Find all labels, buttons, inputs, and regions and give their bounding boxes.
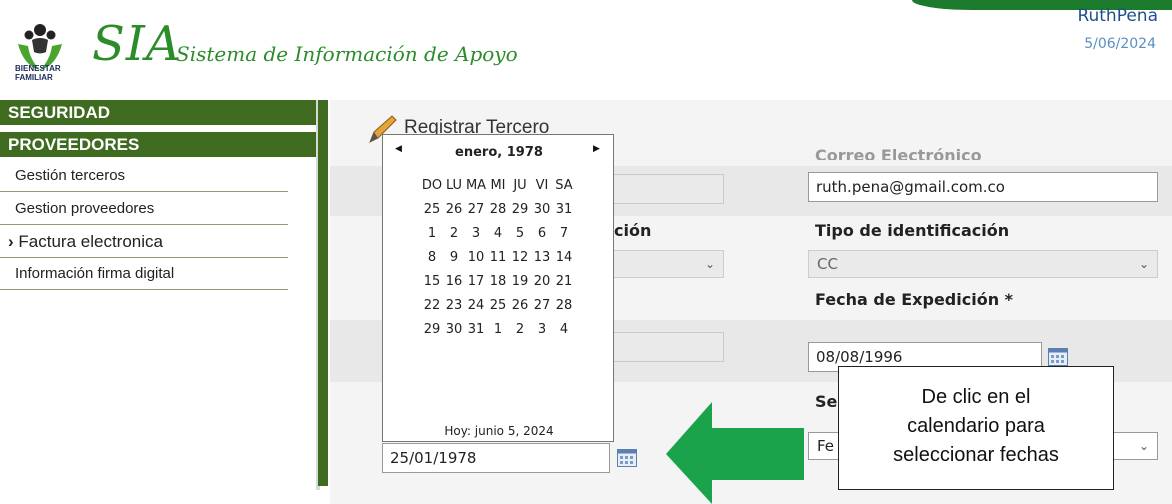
callout-line: seleccionar fechas	[893, 444, 1059, 466]
day-cell[interactable]: 26	[509, 293, 531, 317]
weekday-label: JU	[513, 177, 527, 193]
day-cell[interactable]: 2	[509, 317, 531, 341]
sidebar-item-gestion-proveedores[interactable]: Gestion proveedores	[0, 193, 288, 225]
week-row: 29 30 31 1 2 3 4	[421, 317, 575, 341]
day-cell[interactable]: 30	[443, 317, 465, 341]
day-cell[interactable]: 24	[465, 293, 487, 317]
sex-value: Fe	[817, 437, 835, 455]
email-label: Correo Electrónico	[815, 146, 982, 160]
app-full-title: Sistema de Información de Apoyo	[176, 42, 518, 66]
day-cell[interactable]: 25	[421, 197, 443, 221]
chevron-down-icon: ⌄	[1138, 257, 1149, 271]
datepicker-today-link[interactable]: Hoy: junio 5, 2024	[383, 424, 615, 438]
weekday-header: DO LU MA MI JU VI SA	[421, 173, 575, 197]
birth-date-input[interactable]: 25/01/1978	[382, 443, 610, 473]
id-type-label: Tipo de identificación	[815, 221, 1010, 240]
day-cell[interactable]: 13	[531, 245, 553, 269]
weekday-label: DO	[421, 177, 443, 193]
day-cell[interactable]: 30	[531, 197, 553, 221]
day-cell[interactable]: 27	[531, 293, 553, 317]
sidebar-item-gestion-terceros[interactable]: Gestión terceros	[0, 160, 288, 192]
day-cell[interactable]: 14	[553, 245, 575, 269]
sidebar-item-label: Factura electronica	[18, 232, 163, 251]
id-type-label-partial: ción	[614, 221, 652, 240]
weekday-label: MA	[465, 177, 487, 193]
day-cell[interactable]: 8	[421, 245, 443, 269]
callout-line: calendario para	[907, 415, 1045, 437]
day-cell[interactable]: 9	[443, 245, 465, 269]
day-cell[interactable]: 29	[421, 317, 443, 341]
sidebar-item-factura-electronica[interactable]: › Factura electronica	[0, 226, 288, 258]
weekday-label: VI	[535, 177, 549, 193]
chevron-right-icon: ›	[8, 232, 14, 251]
sex-label: Se	[815, 392, 838, 411]
week-row: 15 16 17 18 19 20 21	[421, 269, 575, 293]
datepicker-month: enero, 1978	[455, 145, 543, 160]
chevron-down-icon: ⌄	[704, 257, 715, 271]
issue-date-label: Fecha de Expedición *	[815, 290, 1014, 309]
hidden-select[interactable]: ⌄	[612, 250, 724, 278]
day-cell[interactable]: 27	[465, 197, 487, 221]
week-row: 25 26 27 28 29 30 31	[421, 197, 575, 221]
day-cell[interactable]: 11	[487, 245, 509, 269]
day-cell[interactable]: 12	[509, 245, 531, 269]
arrow-left-icon	[666, 402, 804, 504]
day-cell[interactable]: 1	[421, 221, 443, 245]
sidebar-item-informacion-firma-digital[interactable]: Información firma digital	[0, 258, 288, 290]
sidebar-section-proveedores[interactable]: PROVEEDORES	[0, 132, 316, 157]
id-type-value: CC	[817, 255, 838, 273]
day-cell[interactable]: 7	[553, 221, 575, 245]
app-short-title: SIA	[92, 16, 182, 72]
calendar-icon[interactable]	[617, 449, 637, 467]
day-cell[interactable]: 21	[553, 269, 575, 293]
logo-caption: BIENESTAR FAMILIAR	[15, 64, 61, 82]
weekday-label: SA	[555, 177, 573, 193]
day-cell[interactable]: 28	[487, 197, 509, 221]
day-cell[interactable]: 20	[531, 269, 553, 293]
datepicker-popup: ◀ enero, 1978 ▶ DO LU MA MI JU VI SA 25 …	[382, 134, 614, 442]
day-cell[interactable]: 2	[443, 221, 465, 245]
day-cell[interactable]: 15	[421, 269, 443, 293]
sidebar-section-seguridad[interactable]: SEGURIDAD	[0, 100, 316, 125]
day-cell[interactable]: 31	[553, 197, 575, 221]
day-cell[interactable]: 3	[465, 221, 487, 245]
day-cell[interactable]: 18	[487, 269, 509, 293]
sidebar-divider	[318, 100, 328, 486]
day-cell[interactable]: 19	[509, 269, 531, 293]
user-name[interactable]: RuthPena	[1077, 6, 1158, 26]
day-cell[interactable]: 1	[487, 317, 509, 341]
day-cell[interactable]: 17	[465, 269, 487, 293]
weekday-label: LU	[445, 177, 463, 193]
day-cell[interactable]: 16	[443, 269, 465, 293]
day-cell[interactable]: 28	[553, 293, 575, 317]
hidden-field-input[interactable]	[612, 332, 724, 362]
day-cell[interactable]: 31	[465, 317, 487, 341]
day-cell[interactable]: 3	[531, 317, 553, 341]
day-cell[interactable]: 5	[509, 221, 531, 245]
week-row: 1 2 3 4 5 6 7	[421, 221, 575, 245]
email-field[interactable]: ruth.pena@gmail.com.co	[808, 172, 1158, 202]
day-cell[interactable]: 4	[487, 221, 509, 245]
day-cell[interactable]: 6	[531, 221, 553, 245]
day-cell[interactable]: 29	[509, 197, 531, 221]
id-type-select[interactable]: CC ⌄	[808, 250, 1158, 278]
day-cell[interactable]: 4	[553, 317, 575, 341]
week-row: 8 9 10 11 12 13 14	[421, 245, 575, 269]
hidden-field-input[interactable]	[612, 174, 724, 204]
sidebar: SEGURIDAD PROVEEDORES Gestión terceros G…	[0, 100, 318, 490]
instruction-callout: De clic en el calendario para selecciona…	[838, 366, 1114, 490]
header-date: 5/06/2024	[1084, 36, 1156, 52]
day-cell[interactable]: 10	[465, 245, 487, 269]
day-cell[interactable]: 25	[487, 293, 509, 317]
calendar-icon[interactable]	[1048, 348, 1068, 366]
day-cell[interactable]: 22	[421, 293, 443, 317]
day-cell[interactable]: 23	[443, 293, 465, 317]
next-month-icon[interactable]: ▶	[593, 144, 600, 154]
callout-line: De clic en el	[921, 386, 1031, 408]
datepicker-grid: DO LU MA MI JU VI SA 25 26 27 28 29 30 3…	[421, 173, 575, 341]
day-cell[interactable]: 26	[443, 197, 465, 221]
weekday-label: MI	[490, 177, 506, 193]
chevron-down-icon: ⌄	[1138, 439, 1149, 453]
week-row: 22 23 24 25 26 27 28	[421, 293, 575, 317]
